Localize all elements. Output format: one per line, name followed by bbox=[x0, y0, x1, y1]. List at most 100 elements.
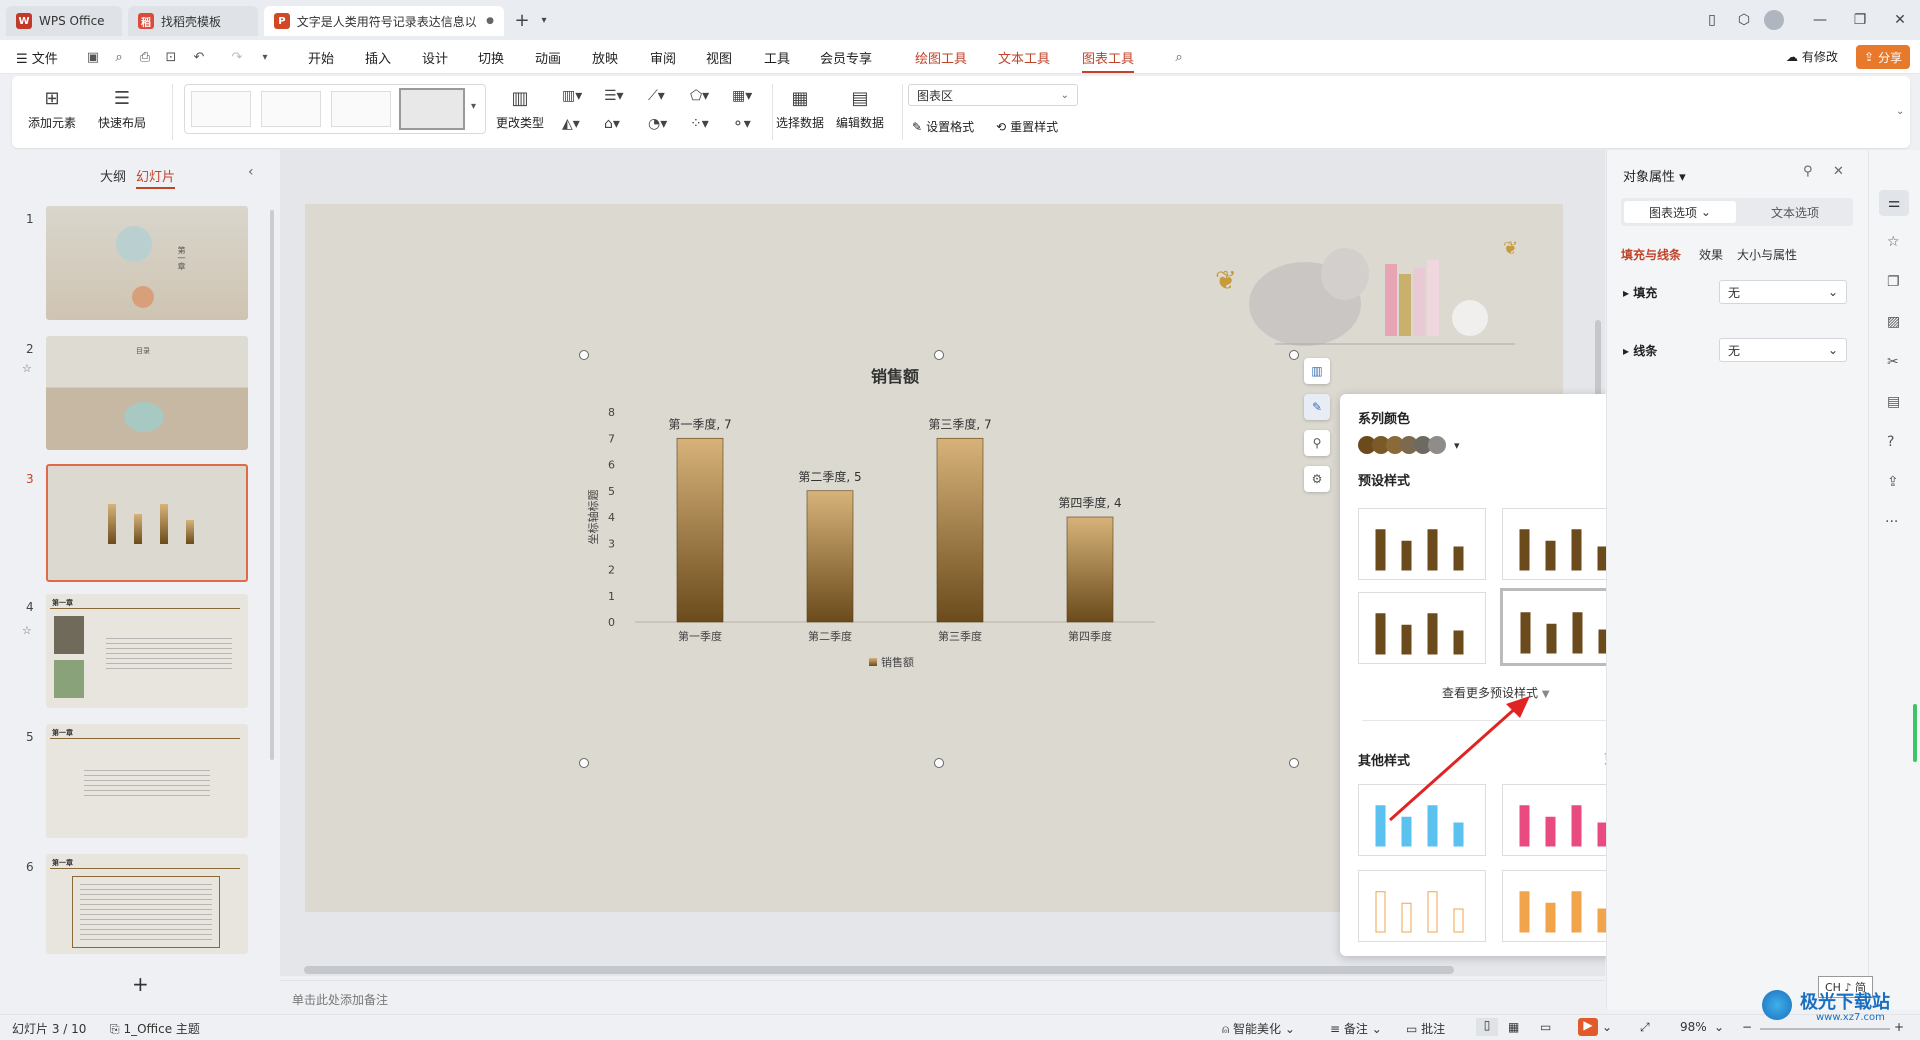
zoom-in-icon[interactable]: + bbox=[1894, 1020, 1904, 1034]
preview-icon[interactable]: ⊡ bbox=[162, 48, 180, 66]
panel-scrollbar[interactable] bbox=[270, 210, 274, 760]
gallery-expand-icon[interactable]: ▾ bbox=[471, 101, 476, 112]
star-icon[interactable]: ☆ bbox=[1887, 234, 1900, 250]
fill-section[interactable]: ▸ 填充 bbox=[1623, 284, 1657, 301]
quick-layout-button[interactable]: ☰ 快速布局 bbox=[98, 86, 146, 131]
slide-thumbnail-2[interactable]: 目录 bbox=[46, 336, 248, 450]
avatar[interactable] bbox=[1764, 10, 1784, 30]
side-scroll-indicator[interactable] bbox=[1913, 704, 1917, 762]
combo-chart-icon[interactable]: ⌂▾ bbox=[604, 116, 620, 132]
change-type-button[interactable]: ▥ 更改类型 bbox=[496, 86, 544, 131]
chart-settings-icon[interactable]: ⚙ bbox=[1304, 466, 1330, 492]
subtab-size[interactable]: 大小与属性 bbox=[1737, 246, 1797, 263]
search-icon[interactable]: ⌕ bbox=[1170, 48, 1188, 66]
chart-filter-icon[interactable]: ⚲ bbox=[1304, 430, 1330, 456]
tab-chart-options[interactable]: 图表选项 ⌄ bbox=[1624, 201, 1736, 223]
unsaved-dot-icon[interactable]: ● bbox=[486, 16, 494, 26]
save-icon[interactable]: ▣ bbox=[84, 48, 102, 66]
normal-view-icon[interactable]: ▯ bbox=[1476, 1018, 1498, 1036]
book-icon[interactable]: ▤ bbox=[1887, 394, 1900, 410]
hbar-chart-icon[interactable]: ☰▾ bbox=[604, 88, 624, 104]
restore-icon[interactable]: ❐ bbox=[1848, 8, 1872, 32]
radar-chart-icon[interactable]: ⬠▾ bbox=[690, 88, 709, 104]
menu-animation[interactable]: 动画 bbox=[535, 48, 561, 67]
gallery-style-2[interactable] bbox=[261, 91, 321, 127]
chart-elements-icon[interactable]: ▥ bbox=[1304, 358, 1330, 384]
fit-window-icon[interactable]: ⤢ bbox=[1640, 1020, 1650, 1035]
menu-transition[interactable]: 切换 bbox=[478, 48, 504, 67]
close-icon[interactable]: ✕ bbox=[1888, 8, 1912, 32]
notes-area[interactable]: 单击此处添加备注 bbox=[280, 980, 1605, 1012]
slide-thumbnail-5[interactable]: 第一章 bbox=[46, 724, 248, 838]
undo-icon[interactable]: ↶ bbox=[190, 48, 208, 66]
select-data-button[interactable]: ▦ 选择数据 bbox=[776, 86, 824, 131]
properties-icon[interactable]: ⚌ bbox=[1879, 190, 1909, 216]
preset-style-3[interactable] bbox=[1358, 592, 1486, 664]
slide-thumbnail-1[interactable]: 第一章 bbox=[46, 206, 248, 320]
layout-icon[interactable]: ▯ bbox=[1700, 8, 1724, 32]
close-panel-icon[interactable]: ✕ bbox=[1833, 164, 1844, 179]
subtab-effect[interactable]: 效果 bbox=[1699, 246, 1723, 263]
play-icon[interactable]: ▶ bbox=[1578, 1018, 1598, 1036]
grid-view-icon[interactable]: ▦ bbox=[1508, 1020, 1519, 1034]
resize-handle[interactable] bbox=[934, 758, 944, 768]
comment-button[interactable]: ▭ 批注 bbox=[1406, 1020, 1445, 1037]
tab-text-options[interactable]: 文本选项 bbox=[1739, 201, 1851, 223]
menu-chart-tools[interactable]: 图表工具 bbox=[1082, 48, 1135, 73]
gallery-style-3[interactable] bbox=[331, 91, 391, 127]
notes-button[interactable]: ≡ 备注 ⌄ bbox=[1330, 1020, 1382, 1037]
tab-outline[interactable]: 大纲 bbox=[100, 166, 126, 185]
share-button[interactable]: ⇪ 分享 bbox=[1856, 45, 1911, 69]
table-chart-icon[interactable]: ▦▾ bbox=[732, 88, 752, 104]
series-color-picker[interactable]: ▾ bbox=[1358, 436, 1460, 454]
menu-text-tools[interactable]: 文本工具 bbox=[998, 48, 1050, 67]
share-icon[interactable]: ⇪ bbox=[1887, 474, 1899, 490]
menu-review[interactable]: 审阅 bbox=[650, 48, 676, 67]
ribbon-collapse-icon[interactable]: ⌄ bbox=[1896, 106, 1904, 117]
resize-handle[interactable] bbox=[1289, 350, 1299, 360]
scatter-chart-icon[interactable]: ⁘▾ bbox=[690, 116, 709, 132]
slide-thumbnail-3-selected[interactable] bbox=[46, 464, 248, 582]
chart-element-select[interactable]: 图表区 ⌄ bbox=[908, 84, 1078, 106]
tools-icon[interactable]: ✂ bbox=[1887, 354, 1899, 370]
redo-icon[interactable]: ↷ bbox=[228, 48, 246, 66]
line-section[interactable]: ▸ 线条 bbox=[1623, 342, 1657, 359]
zoom-out-icon[interactable]: − bbox=[1742, 1020, 1752, 1034]
menu-insert[interactable]: 插入 bbox=[365, 48, 391, 67]
chart[interactable]: 销售额 0 1 2 3 4 5 6 7 8 坐标轴标题 第一季度, 7 第一季度 第二季度, 5 第二季度 第… bbox=[575, 352, 1175, 682]
collapse-panel-icon[interactable]: ‹ bbox=[248, 164, 254, 180]
zoom-slider[interactable] bbox=[1760, 1028, 1890, 1030]
other-style-outline-orange[interactable] bbox=[1358, 870, 1486, 942]
new-tab-icon[interactable]: + bbox=[510, 8, 534, 32]
more-icon[interactable]: ··· bbox=[1885, 514, 1898, 530]
export-icon[interactable]: ⌕ bbox=[110, 48, 128, 66]
image-icon[interactable]: ▨ bbox=[1887, 314, 1900, 330]
modified-status[interactable]: ☁ 有修改 bbox=[1786, 48, 1838, 65]
menu-tools[interactable]: 工具 bbox=[764, 48, 790, 67]
line-chart-icon[interactable]: ⟋▾ bbox=[648, 88, 665, 104]
panel-title[interactable]: 对象属性 ▾ bbox=[1623, 166, 1686, 185]
fill-select[interactable]: 无 ⌄ bbox=[1719, 280, 1847, 304]
slide-thumbnail-4[interactable]: 第一章 bbox=[46, 594, 248, 708]
menu-drawing-tools[interactable]: 绘图工具 bbox=[915, 48, 967, 67]
menu-design[interactable]: 设计 bbox=[422, 48, 448, 67]
tab-slides[interactable]: 幻灯片 bbox=[136, 166, 176, 189]
theme-indicator[interactable]: ⎘ 1_Office 主题 bbox=[110, 1020, 200, 1037]
play-chevron-icon[interactable]: ⌄ bbox=[1602, 1020, 1612, 1034]
star-icon[interactable]: ☆ bbox=[22, 624, 32, 637]
file-menu[interactable]: ☰ 文件 bbox=[16, 48, 58, 67]
resize-handle[interactable] bbox=[579, 350, 589, 360]
resize-handle[interactable] bbox=[934, 350, 944, 360]
resize-handle[interactable] bbox=[579, 758, 589, 768]
minimize-icon[interactable]: — bbox=[1808, 8, 1832, 32]
slide-thumbnail-6[interactable]: 第一章 bbox=[46, 854, 248, 954]
reset-style-button[interactable]: ⟲ 重置样式 bbox=[996, 118, 1058, 135]
add-element-button[interactable]: ⊞ 添加元素 bbox=[28, 86, 76, 131]
edit-data-button[interactable]: ▤ 编辑数据 bbox=[836, 86, 884, 131]
help-icon[interactable]: ? bbox=[1887, 434, 1894, 450]
star-icon[interactable]: ☆ bbox=[22, 362, 32, 375]
pie-chart-icon[interactable]: ◔▾ bbox=[648, 116, 667, 132]
tab-document[interactable]: P 文字是人类用符号记录表达信息以 ● bbox=[264, 6, 504, 36]
more-chevron-icon[interactable]: ▾ bbox=[256, 48, 274, 66]
zoom-level[interactable]: 98% bbox=[1680, 1020, 1707, 1034]
